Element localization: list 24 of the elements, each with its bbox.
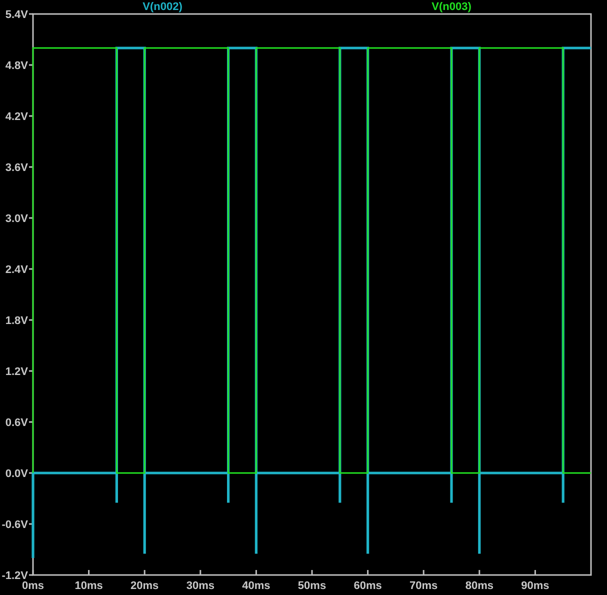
y-tick-label: 1.2V xyxy=(5,366,28,378)
x-tick-label: 10ms xyxy=(74,580,103,592)
y-tick-label: -1.2V xyxy=(2,570,28,582)
y-tick-label: 0.6V xyxy=(5,417,28,429)
trace-label: V(n002) xyxy=(142,1,182,13)
x-tick-label: 50ms xyxy=(298,580,326,592)
x-tick-label: 90ms xyxy=(521,580,550,592)
x-tick-label: 0ms xyxy=(22,580,44,592)
y-tick-label: 0.0V xyxy=(5,468,28,480)
y-tick-label: 4.2V xyxy=(5,111,28,123)
y-tick-label: 2.4V xyxy=(5,264,28,276)
y-tick-label: 4.8V xyxy=(5,60,28,72)
x-tick-label: 80ms xyxy=(465,580,494,592)
y-tick-label: -0.6V xyxy=(2,519,28,531)
x-tick-label: 30ms xyxy=(186,580,214,592)
y-tick-label: 1.8V xyxy=(5,315,28,327)
y-tick-label: 3.6V xyxy=(5,162,28,174)
y-tick-label: 3.0V xyxy=(5,213,28,225)
x-tick-label: 70ms xyxy=(410,580,438,592)
x-tick-label: 40ms xyxy=(242,580,270,592)
trace-label: V(n003) xyxy=(432,1,472,13)
x-tick-label: 20ms xyxy=(130,580,159,592)
x-tick-label: 60ms xyxy=(354,580,382,592)
y-tick-label: 5.4V xyxy=(5,9,28,21)
